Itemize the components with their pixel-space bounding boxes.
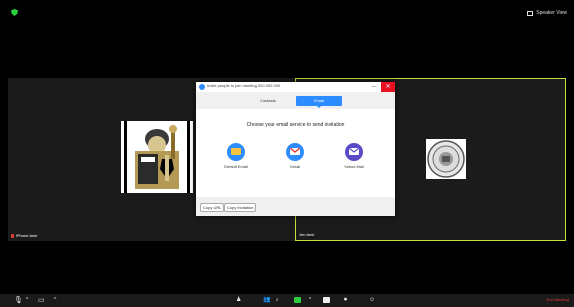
speaker-view-icon xyxy=(527,10,534,16)
share-options-caret[interactable]: ^ xyxy=(309,296,311,305)
speaker-view-button[interactable]: Speaker View xyxy=(527,8,567,18)
yahoo-mail-label: Yahoo Mail xyxy=(344,164,364,169)
participants-count: 2 xyxy=(276,297,279,302)
dialog-footer: Copy URL Copy Invitation xyxy=(196,197,395,216)
video-off-icon[interactable]: ▭ xyxy=(38,296,45,305)
minimize-button[interactable]: — xyxy=(369,82,379,92)
dialog-title-bar: Invite people to join meeting 000 000 00… xyxy=(196,82,395,92)
end-meeting-button[interactable]: End Meeting xyxy=(547,297,569,302)
default-email-icon xyxy=(227,143,245,161)
selected-tab-caret xyxy=(317,106,321,108)
video-options-caret[interactable]: ^ xyxy=(54,296,56,305)
dialog-title: Invite people to join meeting 000 000 00… xyxy=(207,83,281,88)
participant-name: iPhone Amir xyxy=(16,233,38,238)
record-icon[interactable]: ⏺ xyxy=(344,296,347,305)
reactions-icon[interactable]: ☺ xyxy=(369,296,375,305)
tab-contacts[interactable]: Contacts xyxy=(241,96,295,106)
share-screen-icon[interactable] xyxy=(294,297,301,303)
seal-image xyxy=(426,139,466,179)
email-service-heading: Choose your email service to send invita… xyxy=(246,122,345,128)
copy-url-button[interactable]: Copy URL xyxy=(200,203,225,212)
meeting-toolbar: 🎙 ^ ▭ ^ ♟ 👥 2 ^ ⏺ ☺ End Meeting xyxy=(0,294,574,307)
encryption-shield-icon[interactable] xyxy=(11,9,18,16)
participants-icon[interactable]: 👥 xyxy=(263,296,270,305)
close-button[interactable]: ✕ xyxy=(381,82,395,92)
yahoo-mail-icon xyxy=(345,143,363,161)
gmail-label: Gmail xyxy=(289,164,301,169)
zoom-logo-icon xyxy=(199,84,205,90)
dialog-body: Choose your email service to send invita… xyxy=(196,109,395,197)
invite-dialog: Invite people to join meeting 000 000 00… xyxy=(196,82,395,216)
participant-name: Jen Amir xyxy=(299,232,315,237)
participant-name-tag: Jen Amir xyxy=(299,232,315,237)
saints-logo-image xyxy=(121,121,193,193)
muted-mic-icon xyxy=(11,233,14,238)
security-icon[interactable]: ♟ xyxy=(236,296,241,305)
copy-invitation-button[interactable]: Copy Invitation xyxy=(224,203,257,212)
invite-tabs: Contacts Email xyxy=(196,92,395,109)
top-bar: Speaker View xyxy=(0,0,574,22)
participant-name-tag: iPhone Amir xyxy=(11,233,38,238)
default-email-label: Default Email xyxy=(224,164,248,169)
audio-options-caret[interactable]: ^ xyxy=(26,296,28,305)
speaker-view-label: Speaker View xyxy=(536,10,567,16)
gmail-icon xyxy=(286,143,304,161)
default-email-option[interactable]: Default Email xyxy=(216,143,256,169)
tab-email-label: Email xyxy=(313,98,324,103)
gmail-option[interactable]: Gmail xyxy=(275,143,315,169)
microphone-icon[interactable]: 🎙 xyxy=(14,296,23,305)
tab-email[interactable]: Email xyxy=(296,96,342,108)
yahoo-mail-option[interactable]: Yahoo Mail xyxy=(334,143,374,169)
chat-icon[interactable] xyxy=(323,297,330,303)
